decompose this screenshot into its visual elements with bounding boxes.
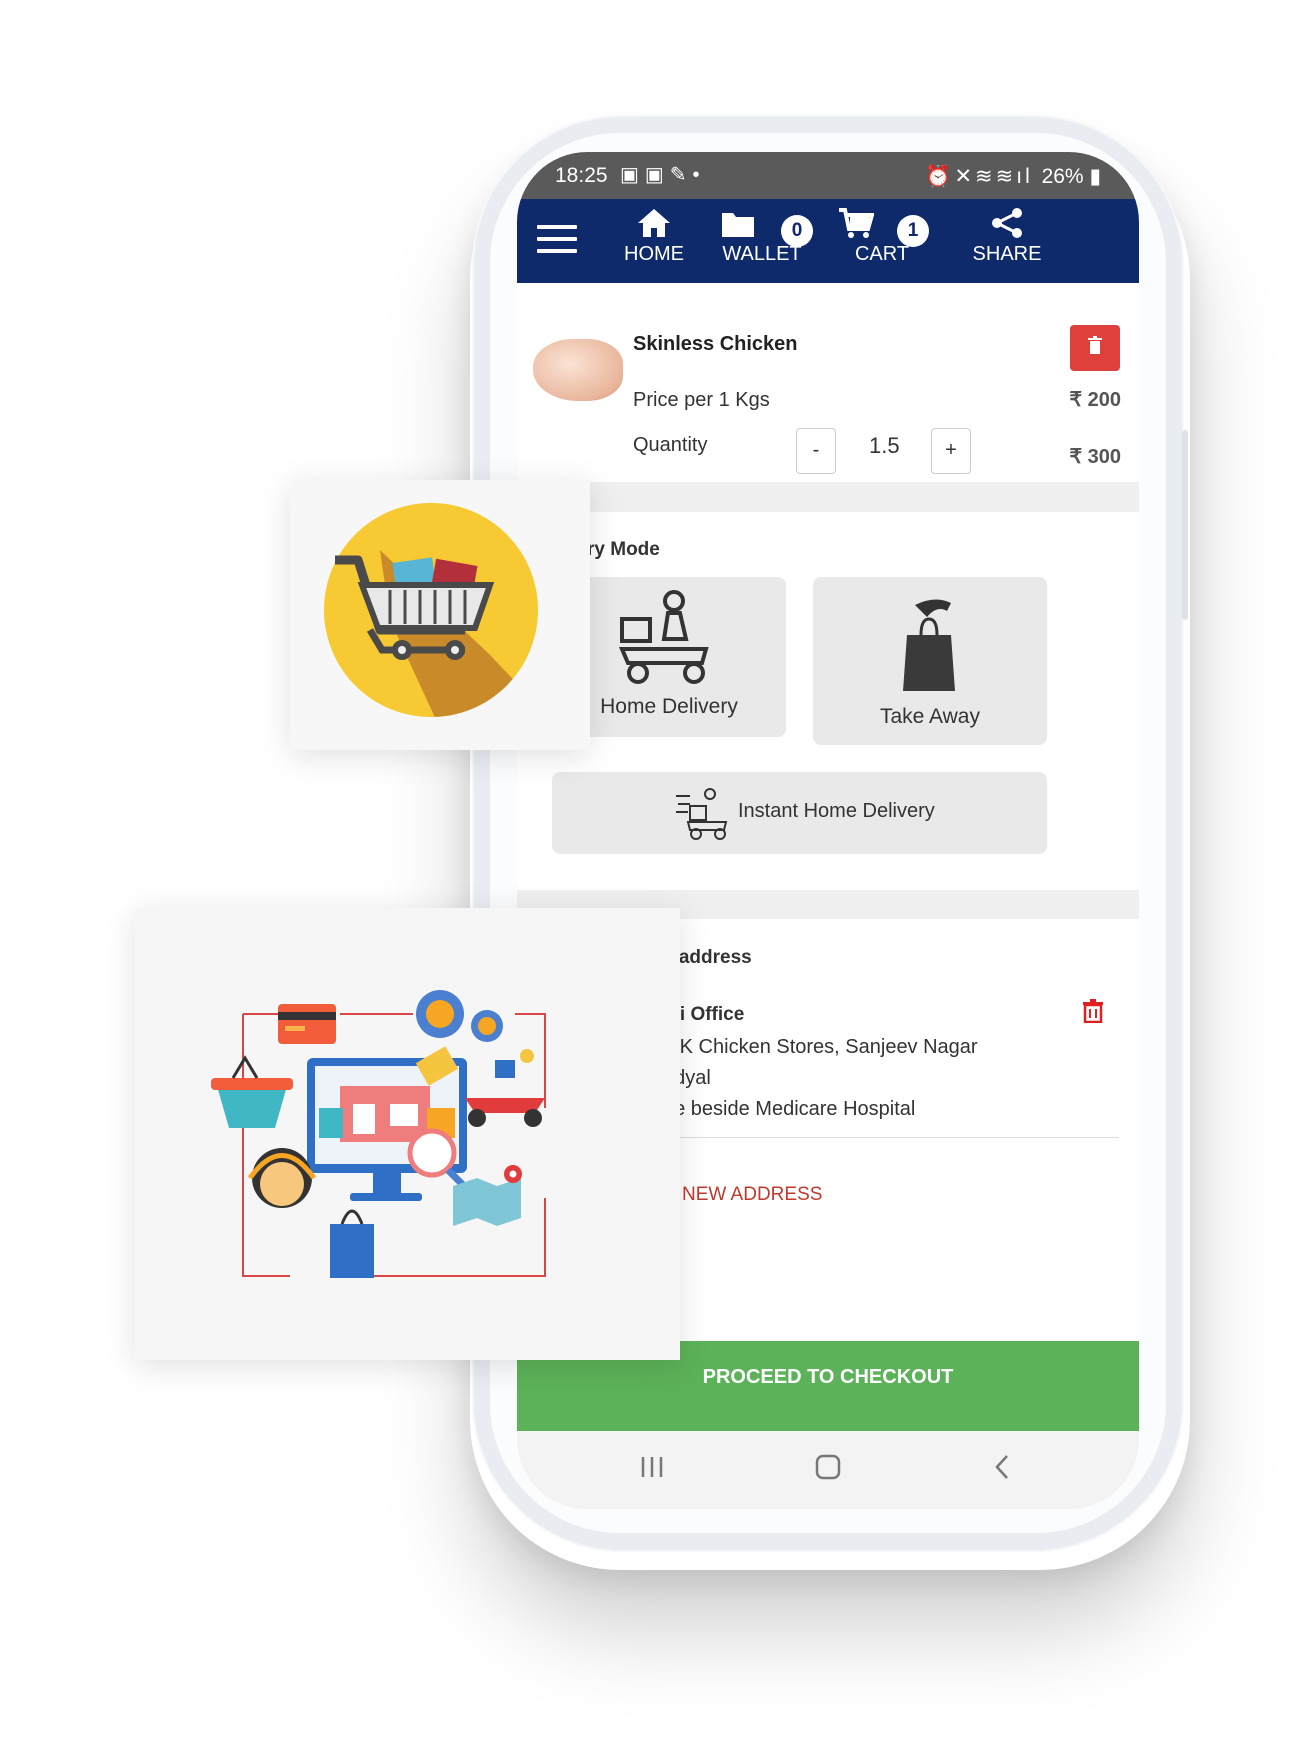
- top-navbar: HOME WALLET 0 CART 1 SHARE: [517, 199, 1139, 283]
- item-total: ₹ 300: [1069, 446, 1121, 468]
- nav-share-label: SHARE: [972, 243, 1042, 265]
- price-label: Price per 1 Kgs: [633, 389, 770, 411]
- nav-home[interactable]: HOME: [609, 207, 699, 266]
- nav-share[interactable]: SHARE: [947, 207, 1067, 266]
- trash-icon: [1088, 336, 1102, 354]
- status-system-icons: ⏰✕≋≋ıl: [925, 165, 1042, 188]
- delivery-mode-heading: ry Mode: [587, 539, 660, 560]
- status-battery: ⏰✕≋≋ıl 26% ▮: [925, 164, 1101, 189]
- battery-percent: 26%: [1041, 165, 1084, 188]
- share-icon: [992, 208, 1022, 238]
- system-navigation-bar: [517, 1431, 1139, 1509]
- quantity-value[interactable]: 1.5: [869, 433, 900, 459]
- address-divider: [663, 1137, 1119, 1138]
- instant-home-delivery-option[interactable]: Instant Home Delivery: [552, 772, 1047, 854]
- quantity-label: Quantity: [633, 434, 708, 456]
- price-value: ₹ 200: [1069, 389, 1121, 411]
- fast-scooter-icon: [676, 788, 728, 840]
- quantity-decrement-button[interactable]: -: [796, 428, 836, 474]
- cart-illustration-card: [290, 480, 590, 750]
- battery-icon: ▮: [1083, 165, 1101, 188]
- wallet-icon: [722, 213, 754, 237]
- address-line-1: MK Chicken Stores, Sanjeev Nagar: [663, 1036, 978, 1058]
- back-icon[interactable]: [993, 1454, 1013, 1480]
- ecommerce-illustration-card: [135, 908, 680, 1360]
- take-away-label: Take Away: [879, 705, 980, 728]
- scooter-icon: [618, 590, 709, 684]
- delivery-mode-card: ry Mode Home Delivery Take Away Instant …: [517, 512, 1139, 890]
- home-icon: [638, 209, 670, 237]
- shopping-cart-icon: [324, 503, 538, 717]
- phone-side-button: [1182, 430, 1188, 620]
- status-time: 18:25: [555, 164, 608, 187]
- cart-item-card: Skinless Chicken Price per 1 Kgs ₹ 200 Q…: [517, 283, 1139, 482]
- delete-item-button[interactable]: [1070, 325, 1120, 371]
- quantity-increment-button[interactable]: +: [931, 428, 971, 474]
- shopping-bag-icon: [903, 599, 955, 691]
- ecommerce-illustration: [211, 990, 546, 1278]
- wallet-badge: 0: [781, 215, 813, 247]
- cart-badge: 1: [897, 215, 929, 247]
- home-button-icon[interactable]: [815, 1454, 841, 1480]
- take-away-option[interactable]: Take Away: [813, 577, 1047, 745]
- add-new-address-link[interactable]: D NEW ADDRESS: [663, 1184, 822, 1206]
- recent-apps-icon[interactable]: [637, 1455, 667, 1479]
- instant-home-delivery-label: Instant Home Delivery: [738, 800, 935, 822]
- cart-icon: [839, 208, 874, 238]
- product-image: [533, 339, 623, 401]
- status-notification-icons: ▣▣✎•: [620, 164, 706, 186]
- product-name: Skinless Chicken: [633, 333, 798, 355]
- delete-address-icon[interactable]: [1082, 999, 1104, 1023]
- address-line-3: ne beside Medicare Hospital: [663, 1098, 916, 1120]
- menu-icon[interactable]: [537, 225, 577, 257]
- nav-home-label: HOME: [624, 243, 684, 265]
- status-bar: 18:25 ▣▣✎• ⏰✕≋≋ıl 26% ▮: [517, 152, 1139, 199]
